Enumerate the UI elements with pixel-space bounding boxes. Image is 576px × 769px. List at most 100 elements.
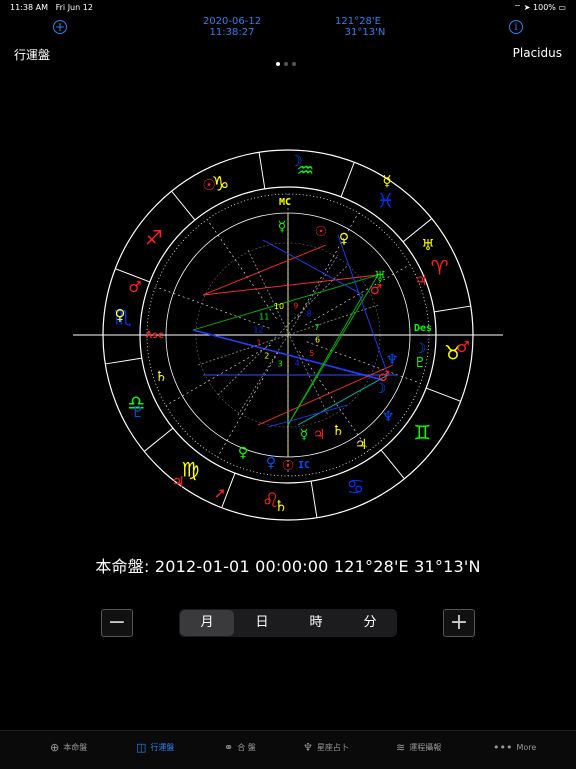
house-number: 10 [274, 302, 284, 311]
natal-pluto-icon: ♇ [414, 355, 427, 371]
segment-day[interactable]: 日 [235, 609, 289, 637]
add-button[interactable]: + [53, 20, 67, 34]
house-number: 3 [278, 359, 283, 368]
transit-arrow-icon: ➚ [214, 484, 227, 502]
page-indicator[interactable] [276, 51, 300, 70]
status-time: 11:38 AM Fri Jun 12 [10, 3, 93, 12]
increment-button[interactable]: + [443, 609, 475, 637]
transit-pluto-icon: ♇ [131, 403, 144, 421]
tab-forecast[interactable]: ≋ 運程攝報 [396, 741, 441, 754]
info-button[interactable]: i [509, 20, 523, 34]
house-number: 11 [259, 312, 269, 321]
status-right: ⌔ ➤ 100% ▭ [513, 3, 566, 12]
transit-longitude: 121°28'E [335, 16, 381, 27]
status-bar: 11:38 AM Fri Jun 12 ⌔ ➤ 100% ▭ [0, 0, 576, 14]
transit-moon-icon: ☽ [289, 152, 302, 170]
transit-jupiter-icon: ♃ [171, 473, 184, 491]
astrology-chart-wheel[interactable]: ♈♉♊♋♌♍♎♏♐♑♒♓ 123 456789101112 ☉ ☽ ☿ ♅ ♂ ♀… [0, 140, 576, 540]
page-title: 行運盤 [14, 48, 51, 62]
natal-sun2-icon: ☉ [282, 458, 295, 474]
house-number: 1 [256, 338, 261, 347]
natal-venus2-icon: ♀ [238, 445, 248, 461]
segment-minute[interactable]: 分 [343, 609, 397, 637]
aspect-line [217, 264, 349, 396]
transit-chart-icon: ◫ [136, 741, 147, 754]
info-icon: i [514, 22, 518, 33]
natal-neptune-icon: ♆ [386, 352, 399, 368]
natal-neptune2-icon: ♆ [382, 409, 395, 425]
tab-horoscope[interactable]: ♆ 星座占卜 [303, 741, 349, 754]
zodiac-sign-icon: ♊ [413, 421, 431, 445]
house-number: 6 [315, 336, 320, 345]
forecast-icon: ≋ [396, 741, 406, 754]
tab-transit-chart[interactable]: ◫ 行運盤 [136, 741, 174, 754]
decrement-button[interactable]: − [101, 609, 133, 637]
plus-icon: + [54, 20, 66, 34]
sign-divider [425, 387, 461, 402]
segment-hour[interactable]: 時 [289, 609, 343, 637]
natal-chart-caption: 本命盤: 2012-01-01 00:00:00 121°28'E 31°13'… [95, 557, 481, 576]
transit-mercury-icon: ☿ [382, 172, 391, 190]
natal-mercury2-icon: ☿ [300, 427, 309, 443]
transit-datetime[interactable]: 2020-06-12 11:38:27 [190, 16, 274, 38]
transit-mars2-icon: ♂ [128, 278, 141, 296]
transit-venus-icon: ♀ [115, 306, 126, 324]
sign-divider [143, 427, 174, 452]
house-number: 4 [294, 359, 299, 368]
natal-jupiter2-icon: ♃ [355, 437, 368, 453]
natal-venus-icon: ♀ [339, 231, 349, 247]
zodiac-sign-icon: ♈ [431, 255, 449, 279]
house-number: 12 [253, 325, 263, 334]
sign-divider [340, 162, 355, 198]
transit-mars-icon: ♂ [456, 338, 469, 356]
time-unit-segmented-control[interactable]: 月 日 時 分 [179, 609, 397, 637]
transit-date: 2020-06-12 [202, 16, 262, 27]
synastry-icon: ⚭ [224, 741, 234, 754]
natal-mercury-icon: ☿ [278, 219, 287, 235]
house-number: 2 [264, 352, 269, 361]
house-number: 5 [309, 349, 314, 358]
sign-divider [310, 481, 318, 518]
house-cusp [305, 264, 411, 326]
house-number: 7 [314, 323, 319, 332]
aspect-line [202, 244, 327, 296]
transit-location[interactable]: 121°28'E 31°13'N [318, 16, 398, 38]
natal-venus3-icon: ♀ [266, 455, 276, 471]
aspect-line [202, 274, 379, 296]
sign-divider [258, 152, 266, 189]
segment-month[interactable]: 月 [180, 610, 234, 636]
natal-jupiter3-icon: ♃ [313, 427, 326, 443]
house-number: 9 [293, 302, 298, 311]
ic-label: IC [298, 460, 310, 471]
natal-saturn2-icon: ♄ [155, 369, 168, 385]
sign-divider [171, 190, 196, 221]
natal-jupiter-icon: ♃ [415, 273, 428, 289]
transit-sun-icon: ☉ [202, 176, 215, 194]
sign-divider [434, 305, 471, 313]
house-number: 8 [307, 309, 312, 318]
sign-divider [380, 449, 405, 480]
des-label: Des [414, 323, 432, 334]
zodiac-sign-icon: ♋ [347, 475, 365, 499]
natal-sun-icon: ☉ [315, 224, 328, 240]
house-cusp [297, 212, 359, 318]
tab-more[interactable]: ••• More [493, 741, 536, 754]
natal-moon2-icon: ☽ [374, 381, 387, 397]
aspect-lines [192, 234, 398, 428]
transit-latitude: 31°13'N [344, 27, 386, 38]
tab-bar: ⊕ 本命盤 ◫ 行運盤 ⚭ 合 盤 ♆ 星座占卜 ≋ 運程攝報 ••• More [0, 730, 576, 769]
minus-icon: − [107, 610, 127, 635]
house-system-label[interactable]: Placidus [513, 46, 562, 60]
tab-natal-chart[interactable]: ⊕ 本命盤 [50, 741, 87, 754]
natal-mars-icon: ♂ [370, 282, 383, 298]
natal-chart-icon: ⊕ [50, 741, 60, 754]
house-cusp [217, 352, 279, 458]
sign-divider [105, 357, 142, 365]
transit-time: 11:38:27 [209, 27, 255, 38]
tab-synastry[interactable]: ⚭ 合 盤 [224, 741, 256, 754]
horoscope-icon: ♆ [303, 741, 313, 754]
transit-saturn-icon: ♄ [274, 497, 287, 515]
zodiac-sign-icon: ♐ [145, 225, 163, 249]
transit-uranus-icon: ♅ [421, 236, 434, 254]
zodiac-sign-icon: ♓ [377, 189, 395, 213]
